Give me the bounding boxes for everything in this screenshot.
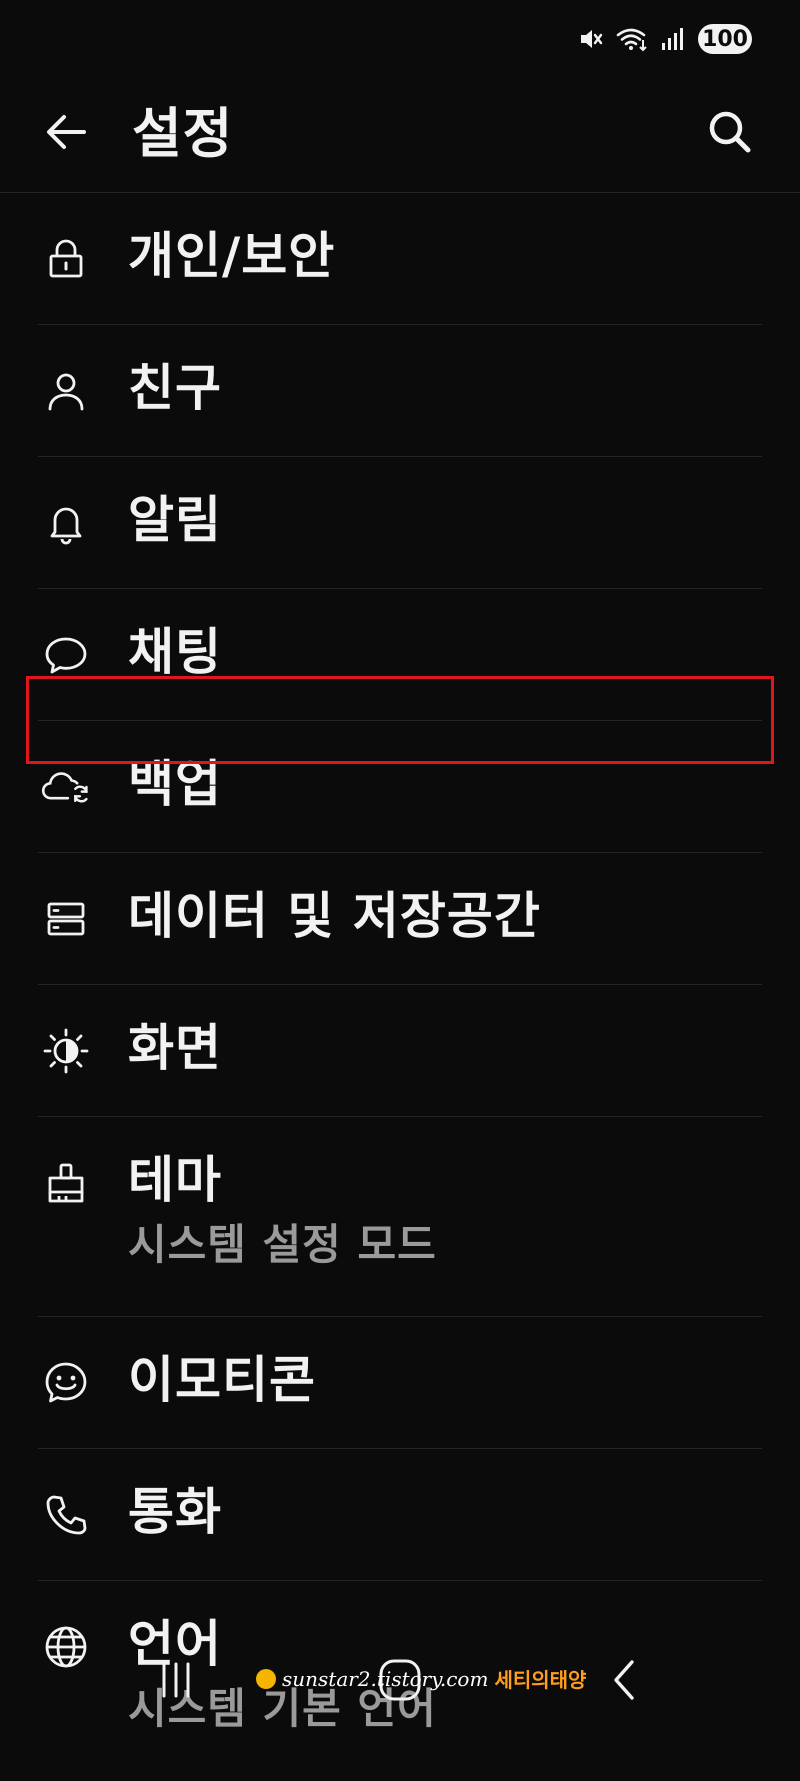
search-button[interactable] <box>702 106 758 162</box>
app-bar: 설정 <box>0 80 800 193</box>
menu-item-backup[interactable]: 백업 <box>0 721 800 853</box>
menu-item-sublabel: 시스템 설정 모드 <box>128 1220 437 1269</box>
menu-item-privacy[interactable]: 개인/보안 <box>0 193 800 325</box>
smiley-logo-icon <box>256 1668 276 1689</box>
bell-icon <box>40 497 92 549</box>
wifi-icon <box>616 26 648 52</box>
menu-item-label: 알림 <box>128 491 222 549</box>
watermark-brand: 세티의태양 <box>494 1668 587 1692</box>
menu-item-call[interactable]: 통화 <box>0 1449 800 1581</box>
menu-item-emoticons[interactable]: 이모티콘 <box>0 1317 800 1449</box>
page-title: 설정 <box>132 102 234 165</box>
arrow-left-icon <box>42 108 90 160</box>
menu-item-friends[interactable]: 친구 <box>0 325 800 457</box>
status-bar: 100 <box>0 0 800 80</box>
menu-item-chat[interactable]: 채팅 <box>0 589 800 721</box>
menu-item-label: 개인/보안 <box>128 227 336 285</box>
phone-icon <box>40 1489 92 1541</box>
menu-item-display[interactable]: 화면 <box>0 985 800 1117</box>
back-icon[interactable] <box>606 1656 642 1708</box>
menu-item-label: 친구 <box>128 359 222 417</box>
menu-item-label: 데이터 및 저장공간 <box>128 887 541 945</box>
lock-icon <box>40 233 92 285</box>
menu-item-label: 이모티콘 <box>128 1351 316 1409</box>
paint-brush-icon <box>40 1157 92 1209</box>
menu-item-label: 테마 <box>128 1151 222 1209</box>
smiley-icon <box>40 1357 92 1409</box>
menu-item-label: 화면 <box>128 1019 222 1077</box>
back-button[interactable] <box>40 108 92 160</box>
watermark: sunstar2.tistory.com 세티의태양 <box>256 1664 586 1693</box>
status-icons: 100 <box>578 22 752 56</box>
mute-icon <box>578 26 604 52</box>
settings-menu: 개인/보안 친구 알림 채팅 백업 데이터 및 저장공간 화면 테마 시스템 설… <box>0 193 800 1781</box>
cloud-sync-icon <box>40 761 92 813</box>
watermark-url: sunstar2.tistory.com <box>282 1666 489 1691</box>
menu-item-notifications[interactable]: 알림 <box>0 457 800 589</box>
menu-item-label: 백업 <box>128 755 222 813</box>
menu-item-data-storage[interactable]: 데이터 및 저장공간 <box>0 853 800 985</box>
menu-item-label: 채팅 <box>128 623 222 681</box>
search-icon <box>705 107 755 161</box>
signal-icon <box>660 26 686 52</box>
person-icon <box>40 365 92 417</box>
storage-icon <box>40 893 92 945</box>
menu-item-theme[interactable]: 테마 시스템 설정 모드 <box>0 1117 800 1317</box>
menu-item-label: 통화 <box>128 1483 222 1541</box>
recent-apps-icon[interactable] <box>156 1658 196 1706</box>
chat-bubble-icon <box>40 629 92 681</box>
battery-indicator: 100 <box>698 24 752 54</box>
brightness-icon <box>40 1025 92 1077</box>
